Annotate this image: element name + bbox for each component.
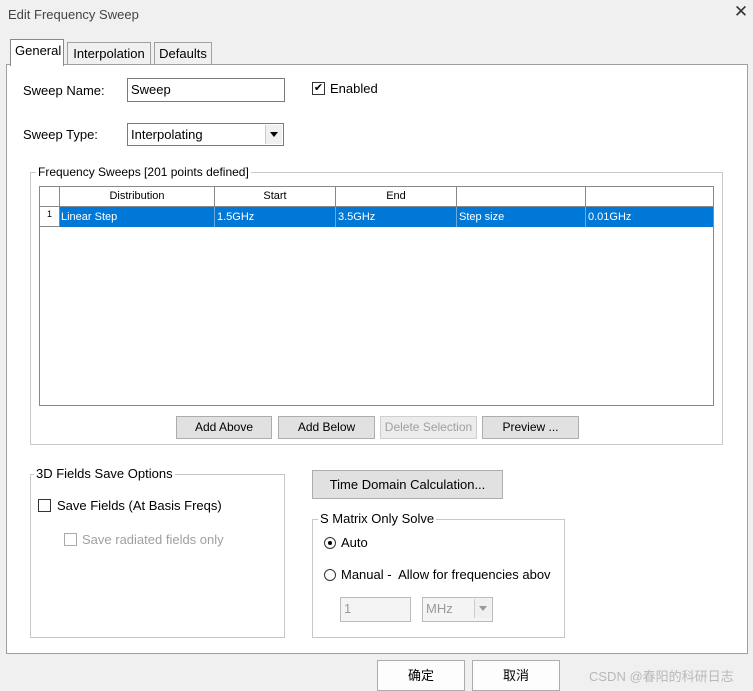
delete-selection-button[interactable]: Delete Selection — [380, 416, 477, 439]
manual-radio-label: Manual - Allow for frequencies abov — [341, 567, 551, 582]
sweep-name-label: Sweep Name: — [23, 83, 105, 98]
cell-step-value[interactable]: 0.01GHz — [587, 207, 713, 227]
enabled-label: Enabled — [330, 81, 378, 96]
preview-button[interactable]: Preview ... — [482, 416, 579, 439]
manual-unit-value: MHz — [426, 601, 453, 616]
tab-general[interactable]: General — [10, 39, 64, 66]
manual-unit-select[interactable]: MHz — [422, 597, 493, 622]
watermark: CSDN @春阳的科研日志 — [589, 669, 734, 684]
column-header-start[interactable]: Start — [215, 187, 336, 207]
close-icon[interactable]: ✕ — [732, 3, 750, 21]
save-radiated-checkbox[interactable] — [64, 533, 77, 546]
auto-radio-label: Auto — [341, 535, 368, 550]
chevron-down-icon[interactable] — [474, 599, 491, 618]
add-below-button[interactable]: Add Below — [278, 416, 375, 439]
chevron-down-icon[interactable] — [265, 125, 282, 144]
manual-freq-input[interactable]: 1 — [340, 597, 411, 622]
column-header-4[interactable] — [457, 187, 586, 207]
cancel-button[interactable]: 取消 — [472, 660, 560, 691]
cell-start[interactable]: 1.5GHz — [216, 207, 336, 227]
tab-interpolation[interactable]: Interpolation — [67, 42, 151, 66]
column-header-5[interactable] — [586, 187, 713, 207]
ok-button[interactable]: 确定 — [377, 660, 465, 691]
enabled-checkbox[interactable]: ✔ — [312, 82, 325, 95]
sweep-type-label: Sweep Type: — [23, 127, 98, 142]
cell-end[interactable]: 3.5GHz — [337, 207, 457, 227]
sweep-type-value: Interpolating — [131, 127, 203, 142]
save-radiated-label: Save radiated fields only — [82, 532, 224, 547]
row-header-corner — [40, 187, 60, 207]
column-header-end[interactable]: End — [336, 187, 457, 207]
save-fields-label: Save Fields (At Basis Freqs) — [57, 498, 222, 513]
sweep-name-input[interactable]: Sweep — [127, 78, 285, 102]
cell-step-type[interactable]: Step size — [458, 207, 586, 227]
time-domain-calculation-button[interactable]: Time Domain Calculation... — [312, 470, 503, 499]
frequency-sweeps-label: Frequency Sweeps [201 points defined] — [36, 165, 251, 179]
add-above-button[interactable]: Add Above — [176, 416, 272, 439]
fields-save-label: 3D Fields Save Options — [34, 466, 175, 481]
cell-distribution[interactable]: Linear Step — [60, 207, 215, 227]
sweep-type-select[interactable]: Interpolating — [127, 123, 284, 146]
frequency-sweeps-table[interactable]: Distribution Start End 1 Linear Step 1.5… — [39, 186, 714, 406]
window-title: Edit Frequency Sweep — [8, 7, 139, 22]
s-matrix-label: S Matrix Only Solve — [318, 511, 437, 526]
manual-radio[interactable] — [324, 569, 336, 581]
save-fields-checkbox[interactable] — [38, 499, 51, 512]
tab-defaults[interactable]: Defaults — [154, 42, 212, 66]
row-number[interactable]: 1 — [40, 207, 60, 227]
auto-radio[interactable] — [324, 537, 336, 549]
column-header-distribution[interactable]: Distribution — [60, 187, 215, 207]
